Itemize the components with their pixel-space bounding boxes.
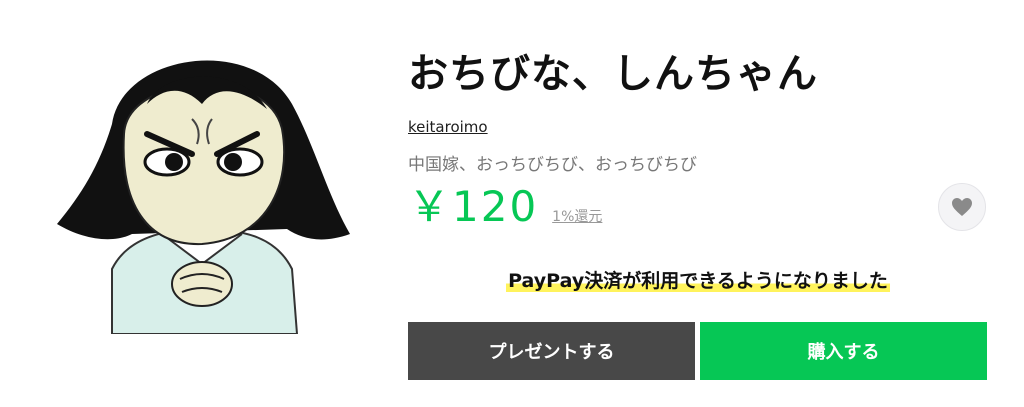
product-title: おちびな、しんちゃん xyxy=(408,51,818,97)
author-link[interactable]: keitaroimo xyxy=(408,118,488,136)
product-info: おちびな、しんちゃん keitaroimo 中国嫁、おっちびちび、おっちびちび … xyxy=(408,48,998,231)
product-description: 中国嫁、おっちびちび、おっちびちび xyxy=(408,155,697,175)
buy-button[interactable]: 購入する xyxy=(700,322,987,380)
paypay-notice: PayPay決済が利用できるようになりました xyxy=(408,266,988,293)
gift-button[interactable]: プレゼントする xyxy=(408,322,695,380)
product-price: ￥120 xyxy=(408,182,539,231)
price-row: ￥120 1%還元 xyxy=(408,182,602,232)
sticker-character-illustration xyxy=(57,60,350,334)
favorite-button[interactable] xyxy=(938,183,986,231)
heart-icon xyxy=(952,198,972,216)
paypay-notice-text: PayPay決済が利用できるようになりました xyxy=(506,270,890,292)
sticker-product-page: おちびな、しんちゃん keitaroimo 中国嫁、おっちびちび、おっちびちび … xyxy=(0,0,1024,407)
sticker-main-image xyxy=(52,34,352,334)
points-back-link[interactable]: 1%還元 xyxy=(552,206,602,226)
